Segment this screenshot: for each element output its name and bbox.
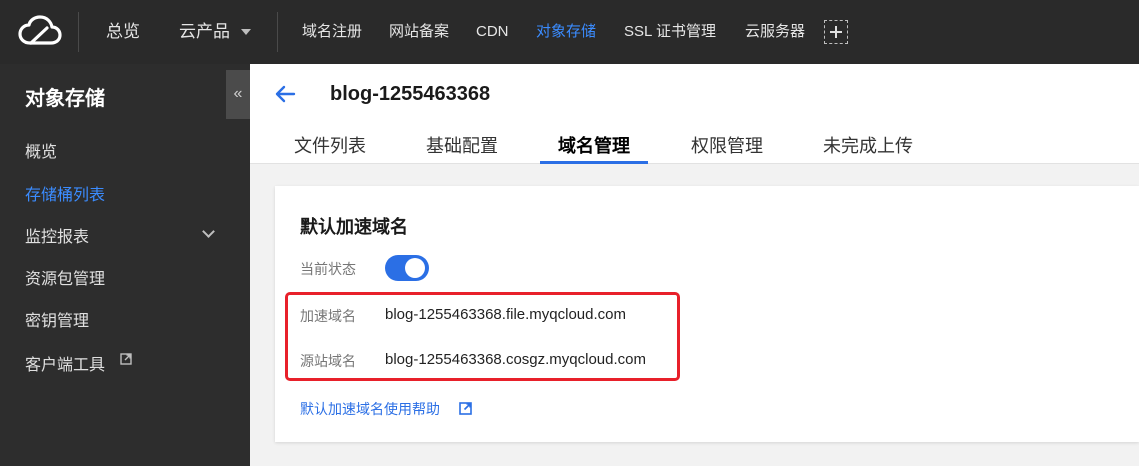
collapse-sidebar-button[interactable]: «	[226, 70, 250, 119]
page-title: blog-1255463368	[330, 83, 491, 105]
tab-permission-management[interactable]: 权限管理	[691, 132, 763, 158]
sidebar-item-bucket-list[interactable]: 存储桶列表	[25, 181, 105, 205]
external-link-icon[interactable]	[459, 402, 472, 415]
cloud-icon[interactable]	[17, 14, 63, 50]
sidebar-item-monitoring[interactable]: 监控报表	[25, 223, 89, 247]
sidebar-item-resource-pack[interactable]: 资源包管理	[25, 265, 105, 289]
plus-icon[interactable]	[824, 20, 848, 44]
nav-cloud-server[interactable]: 云服务器	[745, 0, 805, 64]
sidebar-title: 对象存储	[25, 88, 105, 110]
status-toggle[interactable]	[385, 255, 429, 281]
arrow-left-icon[interactable]	[274, 84, 296, 104]
divider	[78, 12, 79, 52]
help-link[interactable]: 默认加速域名使用帮助	[300, 399, 440, 419]
chevron-down-icon[interactable]	[241, 29, 251, 35]
card-title: 默认加速域名	[300, 217, 408, 237]
tab-domain-management[interactable]: 域名管理	[558, 132, 630, 158]
divider	[277, 12, 278, 52]
sidebar-item-client-tools[interactable]: 客户端工具	[25, 351, 105, 375]
default-domain-card: 默认加速域名 当前状态 加速域名 blog-1255463368.file.my…	[275, 186, 1139, 442]
active-tab-indicator	[540, 161, 648, 164]
tab-file-list[interactable]: 文件列表	[294, 132, 366, 158]
toggle-knob	[405, 258, 425, 278]
nav-object-storage[interactable]: 对象存储	[536, 0, 596, 64]
sidebar: 对象存储 « 概览 存储桶列表 监控报表 资源包管理 密钥管理 客户端工具	[0, 64, 250, 466]
nav-website-filing[interactable]: 网站备案	[389, 0, 449, 64]
nav-ssl-cert[interactable]: SSL 证书管理	[624, 0, 716, 64]
nav-cdn[interactable]: CDN	[476, 0, 509, 64]
origin-domain-value: blog-1255463368.cosgz.myqcloud.com	[385, 351, 646, 368]
accel-domain-label: 加速域名	[300, 308, 356, 324]
origin-domain-label: 源站域名	[300, 353, 356, 369]
accel-domain-value: blog-1255463368.file.myqcloud.com	[385, 306, 626, 323]
chevron-down-icon[interactable]	[202, 225, 215, 238]
nav-products[interactable]: 云产品	[179, 0, 230, 64]
external-link-icon[interactable]	[120, 353, 132, 365]
status-label: 当前状态	[300, 261, 356, 277]
sidebar-item-overview[interactable]: 概览	[25, 138, 57, 162]
sidebar-item-keys[interactable]: 密钥管理	[25, 307, 89, 331]
page-header: blog-1255463368 文件列表 基础配置 域名管理 权限管理 未完成上…	[250, 64, 1139, 164]
nav-overview[interactable]: 总览	[106, 0, 140, 64]
tab-incomplete-uploads[interactable]: 未完成上传	[823, 132, 913, 158]
tab-basic-config[interactable]: 基础配置	[426, 132, 498, 158]
top-nav-bar: 总览 云产品 域名注册 网站备案 CDN 对象存储 SSL 证书管理 云服务器	[0, 0, 1139, 64]
nav-domain-registration[interactable]: 域名注册	[302, 0, 362, 64]
